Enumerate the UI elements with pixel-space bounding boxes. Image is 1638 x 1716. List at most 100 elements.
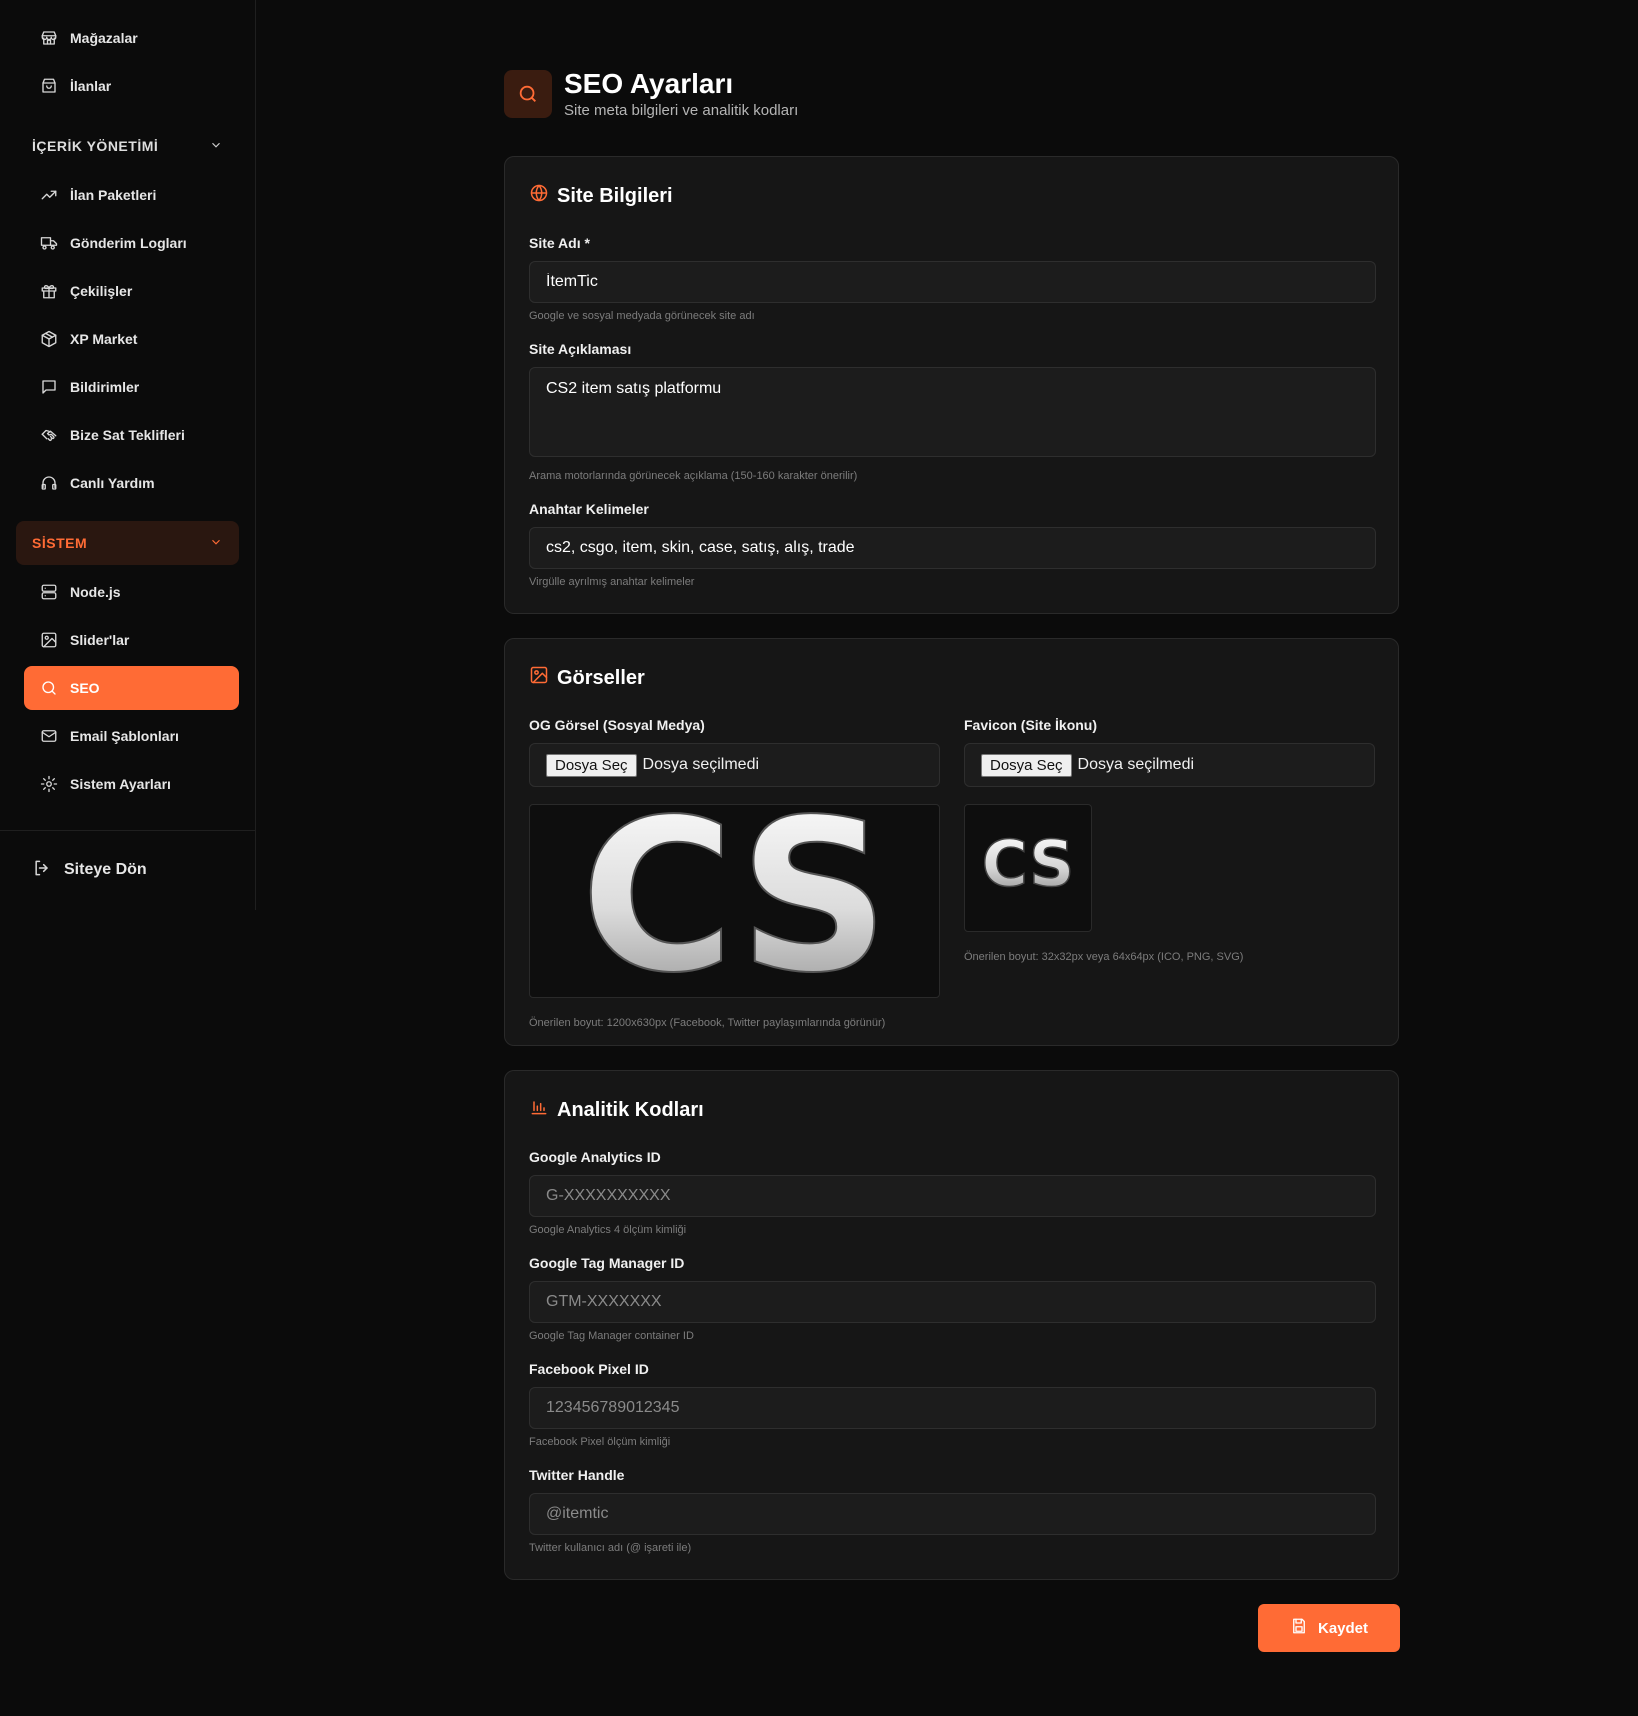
favicon-preview-text: CS xyxy=(982,828,1075,901)
shopping-bag-icon xyxy=(40,77,58,95)
message-square-icon xyxy=(40,378,58,396)
site-description-hint: Arama motorlarında görünecek açıklama (1… xyxy=(529,470,858,482)
gtm-label: Google Tag Manager ID xyxy=(529,1255,685,1271)
analytics-card: Analitik Kodları Google Analytics ID Goo… xyxy=(504,1070,1399,1580)
image-icon xyxy=(40,631,58,649)
twitter-label: Twitter Handle xyxy=(529,1467,625,1483)
sidebar-item-bize-sat-teklifleri[interactable]: Bize Sat Teklifleri xyxy=(24,413,239,457)
sidebar-item-label: Canlı Yardım xyxy=(70,475,155,491)
twitter-hint: Twitter kullanıcı adı (@ işareti ile) xyxy=(529,1542,692,1554)
sidebar-item-label: SEO xyxy=(70,680,100,696)
sidebar-item-label: Mağazalar xyxy=(70,30,138,46)
handshake-icon xyxy=(40,426,58,444)
keywords-hint: Virgülle ayrılmış anahtar kelimeler xyxy=(529,576,695,588)
site-name-hint: Google ve sosyal medyada görünecek site … xyxy=(529,310,755,322)
site-description-textarea[interactable]: CS2 item satış platformu xyxy=(529,367,1376,457)
sidebar-item-nodejs[interactable]: Node.js xyxy=(24,570,239,614)
card-title: Site Bilgileri xyxy=(529,183,673,209)
sidebar-item-ilanlar[interactable]: İlanlar xyxy=(24,64,239,108)
trending-up-icon xyxy=(40,186,58,204)
keywords-input[interactable] xyxy=(529,527,1376,569)
sidebar-item-label: Çekilişler xyxy=(70,283,133,299)
sidebar-item-label: Bildirimler xyxy=(70,379,140,395)
fb-pixel-label: Facebook Pixel ID xyxy=(529,1361,649,1377)
sidebar-item-sliderlar[interactable]: Slider'lar xyxy=(24,618,239,662)
section-title: SİSTEM xyxy=(32,535,88,551)
settings-icon xyxy=(40,775,58,793)
site-name-input[interactable] xyxy=(529,261,1376,303)
fb-pixel-input[interactable] xyxy=(529,1387,1376,1429)
favicon-file-status: Dosya seçilmedi xyxy=(1077,756,1195,773)
favicon-choose-button[interactable]: Dosya Seç xyxy=(981,753,1072,777)
sidebar-item-cekilisler[interactable]: Çekilişler xyxy=(24,269,239,313)
sidebar-item-label: Gönderim Logları xyxy=(70,235,187,251)
sidebar-divider xyxy=(0,830,256,831)
globe-icon xyxy=(529,183,557,209)
package-icon xyxy=(40,330,58,348)
section-title: İÇERİK YÖNETİMİ xyxy=(32,138,159,154)
search-icon xyxy=(40,679,58,697)
site-description-label: Site Açıklaması xyxy=(529,341,632,357)
image-icon xyxy=(529,665,557,691)
log-out-icon xyxy=(32,858,64,883)
site-info-card: Site Bilgileri Site Adı * Google ve sosy… xyxy=(504,156,1399,614)
og-image-choose-button[interactable]: Dosya Seç xyxy=(546,753,637,777)
og-image-hint: Önerilen boyut: 1200x630px (Facebook, Tw… xyxy=(529,1017,886,1029)
site-name-label: Site Adı * xyxy=(529,235,590,251)
sidebar-item-label: İlanlar xyxy=(70,78,112,94)
section-toggle-icerik-yonetimi[interactable]: İÇERİK YÖNETİMİ xyxy=(16,124,239,168)
page-subtitle: Site meta bilgileri ve analitik kodları xyxy=(564,102,799,119)
sidebar-item-gonderim-loglari[interactable]: Gönderim Logları xyxy=(24,221,239,265)
sidebar-item-xp-market[interactable]: XP Market xyxy=(24,317,239,361)
card-title: Analitik Kodları xyxy=(529,1097,704,1123)
og-image-preview-text: CS xyxy=(580,811,889,991)
app-root: Mağazalar İlanlar İÇERİK YÖNETİMİ İlan P… xyxy=(0,0,1638,1716)
gtm-input[interactable] xyxy=(529,1281,1376,1323)
sidebar-item-label: XP Market xyxy=(70,331,138,347)
gtm-hint: Google Tag Manager container ID xyxy=(529,1330,694,1342)
sidebar-item-label: Email Şablonları xyxy=(70,728,179,744)
back-link-label: Siteye Dön xyxy=(64,861,147,878)
server-icon xyxy=(40,583,58,601)
sidebar-item-ilan-paketleri[interactable]: İlan Paketleri xyxy=(24,173,239,217)
sidebar-item-magazalar[interactable]: Mağazalar xyxy=(24,16,239,60)
section-toggle-sistem[interactable]: SİSTEM xyxy=(16,521,239,565)
store-icon xyxy=(40,29,58,47)
card-title: Görseller xyxy=(529,665,645,691)
sidebar-item-bildirimler[interactable]: Bildirimler xyxy=(24,365,239,409)
favicon-preview-graphic: CS xyxy=(981,827,1075,901)
fb-pixel-hint: Facebook Pixel ölçüm kimliği xyxy=(529,1436,671,1448)
images-card: Görseller OG Görsel (Sosyal Medya) Dosya… xyxy=(504,638,1399,1046)
favicon-file-input[interactable]: Dosya Seç Dosya seçilmedi xyxy=(964,743,1375,787)
ga-hint: Google Analytics 4 ölçüm kimliği xyxy=(529,1224,687,1236)
sidebar-item-seo[interactable]: SEO xyxy=(24,666,239,710)
back-to-site-link[interactable]: Siteye Dön xyxy=(32,850,147,890)
sidebar-item-canli-yardim[interactable]: Canlı Yardım xyxy=(24,461,239,505)
ga-label: Google Analytics ID xyxy=(529,1149,661,1165)
page-header: SEO Ayarları Site meta bilgileri ve anal… xyxy=(504,68,798,119)
sidebar-item-label: Sistem Ayarları xyxy=(70,776,171,792)
sidebar-item-label: Bize Sat Teklifleri xyxy=(70,427,185,443)
og-image-file-status: Dosya seçilmedi xyxy=(642,756,760,773)
og-image-label: OG Görsel (Sosyal Medya) xyxy=(529,717,705,733)
twitter-input[interactable] xyxy=(529,1493,1376,1535)
favicon-label: Favicon (Site İkonu) xyxy=(964,717,1098,733)
save-button[interactable]: Kaydet xyxy=(1258,1604,1400,1652)
sidebar-item-label: Slider'lar xyxy=(70,632,130,648)
keywords-label: Anahtar Kelimeler xyxy=(529,501,649,517)
ga-input[interactable] xyxy=(529,1175,1376,1217)
sidebar-item-email-sablonlari[interactable]: Email Şablonları xyxy=(24,714,239,758)
og-image-preview-graphic: CS xyxy=(579,811,890,991)
sidebar-item-label: İlan Paketleri xyxy=(70,187,157,203)
sidebar-item-sistem-ayarlari[interactable]: Sistem Ayarları xyxy=(24,762,239,806)
chevron-down-icon xyxy=(209,535,223,552)
favicon-preview: CS xyxy=(964,804,1092,932)
og-image-preview: CS xyxy=(529,804,940,998)
chevron-down-icon xyxy=(209,138,223,155)
sidebar-item-label: Node.js xyxy=(70,584,121,600)
favicon-hint: Önerilen boyut: 32x32px veya 64x64px (IC… xyxy=(964,951,1244,963)
og-image-file-input[interactable]: Dosya Seç Dosya seçilmedi xyxy=(529,743,940,787)
page-title: SEO Ayarları xyxy=(564,68,734,99)
truck-icon xyxy=(40,234,58,252)
sidebar: Mağazalar İlanlar İÇERİK YÖNETİMİ İlan P… xyxy=(0,0,256,910)
